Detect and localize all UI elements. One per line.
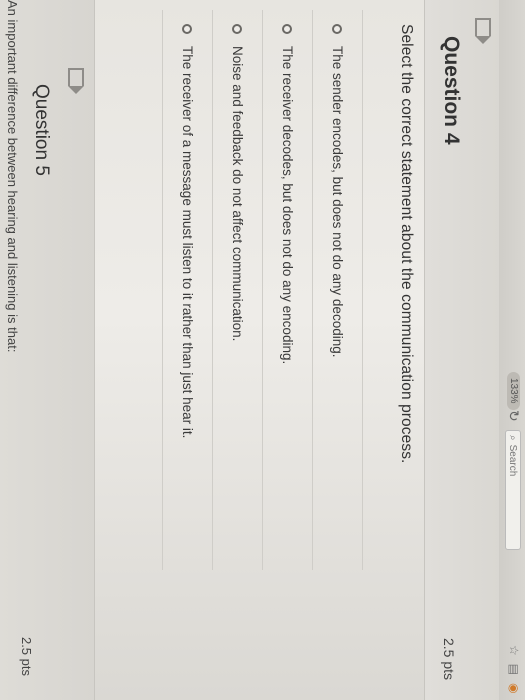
answer-label: The sender encodes, but does not do any … — [330, 46, 345, 358]
radio-button[interactable] — [182, 24, 193, 34]
radio-button[interactable] — [332, 24, 343, 34]
search-icon: ⌕ — [507, 435, 519, 441]
reload-icon[interactable]: ↻ — [505, 410, 522, 422]
question-4-prompt: Select the correct statement about the c… — [398, 24, 415, 464]
question-4-header: Question 4 2.5 pts — [424, 0, 499, 700]
answer-label: The receiver of a message must listen to… — [180, 46, 195, 439]
question-4-points: 2.5 pts — [441, 637, 457, 680]
radio-button[interactable] — [282, 24, 293, 34]
page: 133% ↻ ⌕ Search ☆ ▤ ◉ Question 4 2.5 pts… — [0, 0, 525, 700]
answer-label: The receiver decodes, but does not do an… — [280, 46, 295, 365]
pocket-icon[interactable]: ◉ — [507, 683, 521, 693]
flag-question-icon[interactable] — [68, 68, 84, 86]
answer-option-1[interactable]: The sender encodes, but does not do any … — [312, 10, 363, 570]
answer-option-4[interactable]: The receiver of a message must listen to… — [162, 10, 212, 570]
answer-option-3[interactable]: Noise and feedback do not affect communi… — [212, 10, 262, 570]
bookmark-star-icon[interactable]: ☆ — [507, 645, 521, 656]
search-input[interactable]: ⌕ Search — [505, 430, 521, 550]
question-4-title: Question 4 — [440, 36, 463, 145]
question-5-prompt: An important difference between hearing … — [5, 0, 20, 353]
question-5-title: Question 5 — [31, 84, 52, 176]
flag-question-icon[interactable] — [475, 18, 491, 36]
browser-toolbar: 133% ↻ ⌕ Search ☆ ▤ ◉ — [498, 0, 525, 700]
zoom-level[interactable]: 133% — [507, 372, 520, 410]
question-4-body: Select the correct statement about the c… — [95, 0, 425, 700]
toolbar-icons: ☆ ▤ ◉ — [507, 645, 521, 694]
reading-list-icon[interactable]: ▤ — [507, 664, 521, 675]
search-placeholder: Search — [507, 444, 519, 477]
question-5-points: 2.5 pts — [19, 636, 34, 676]
answer-option-2[interactable]: The receiver decodes, but does not do an… — [262, 10, 312, 570]
answer-label: Noise and feedback do not affect communi… — [230, 46, 245, 342]
answer-list: The sender encodes, but does not do any … — [162, 10, 363, 570]
radio-button[interactable] — [232, 24, 243, 34]
